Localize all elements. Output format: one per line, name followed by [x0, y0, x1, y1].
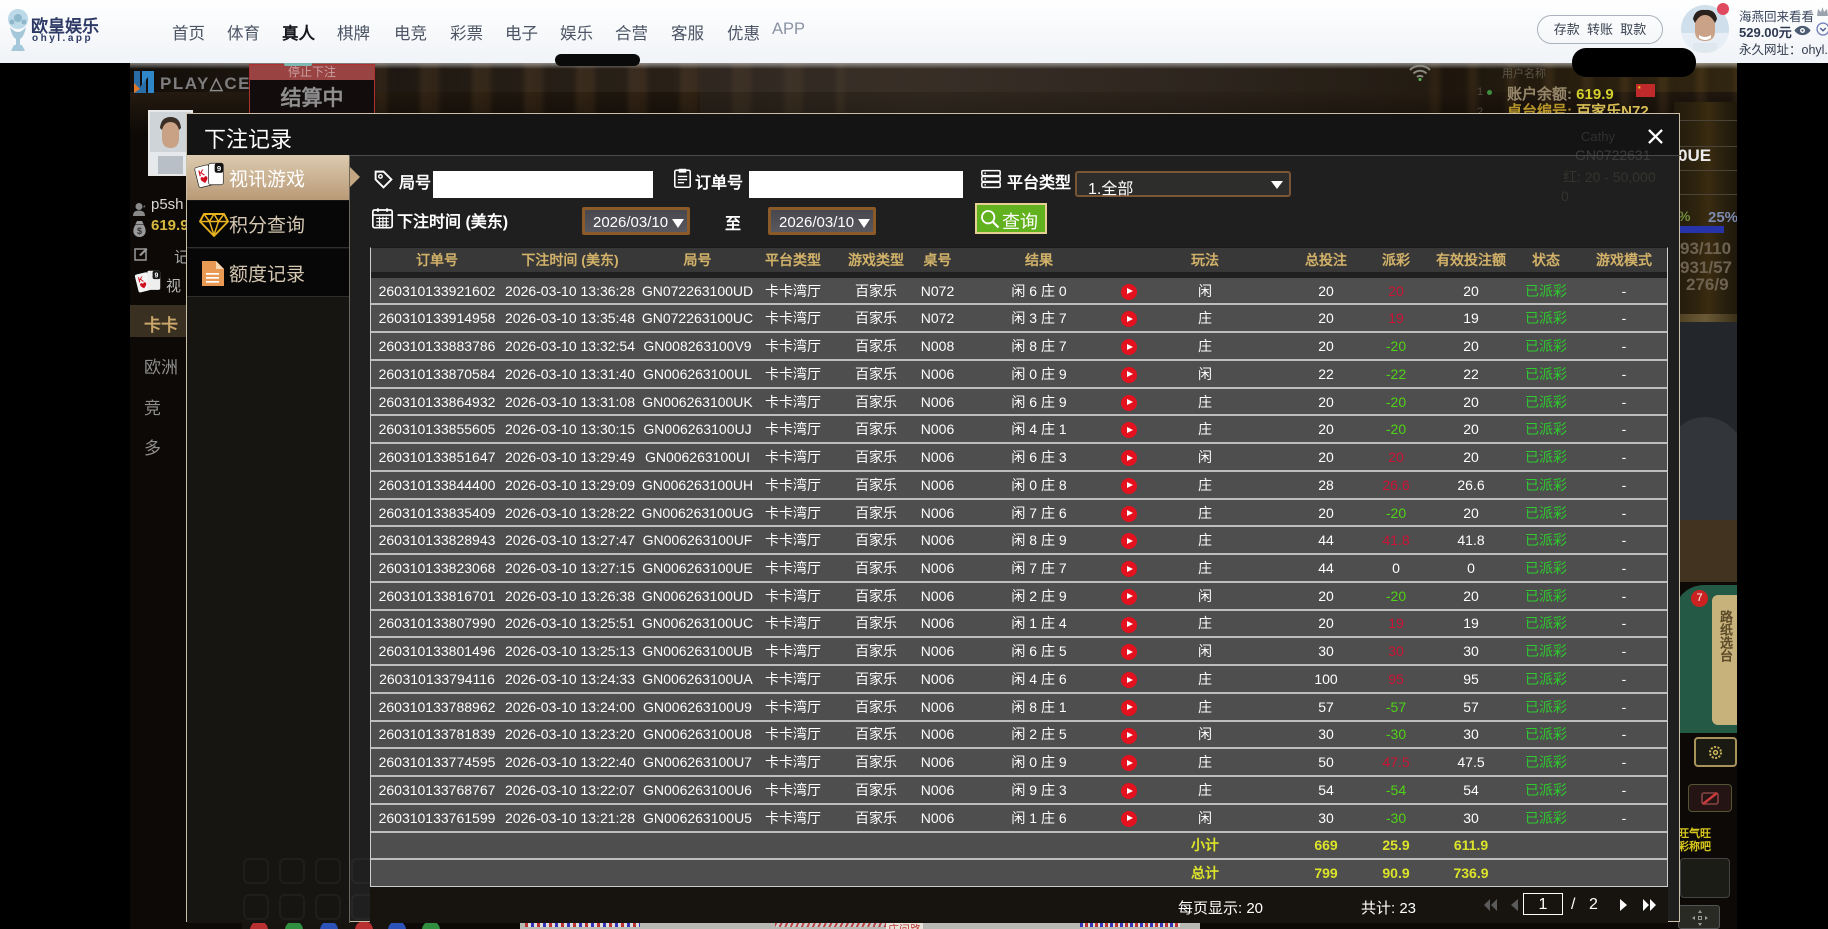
svg-text:$: $	[137, 226, 142, 236]
svg-text:9: 9	[155, 273, 159, 280]
svg-text:*: *	[143, 205, 146, 212]
